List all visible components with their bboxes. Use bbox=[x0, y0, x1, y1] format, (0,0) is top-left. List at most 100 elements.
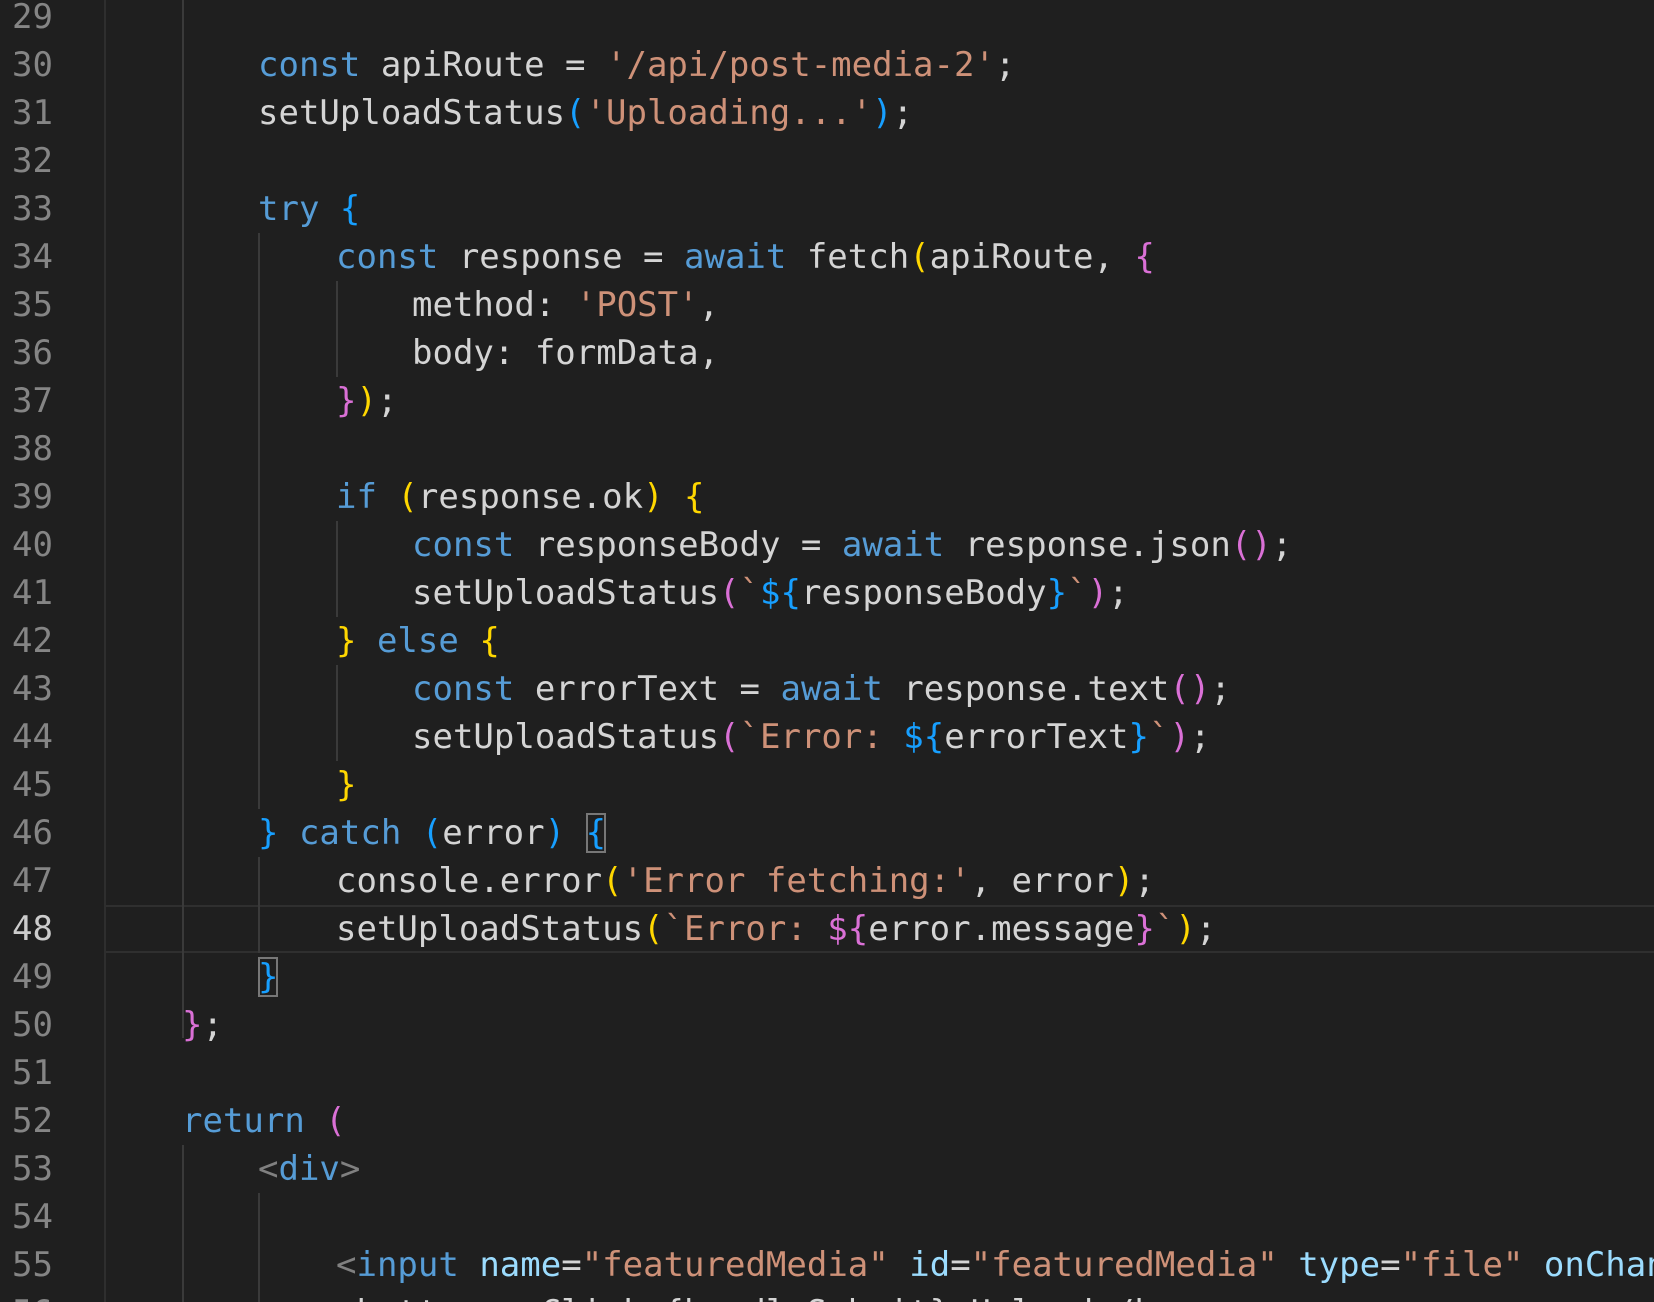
line-number-gutter: 29 30 31 32 33 34 35 36 37 38 39 40 41 42 43 44 45 46 47 48… bbox=[0, 0, 104, 1302]
code-line[interactable]: <button onClick={handleSubmit}>Upload</b bbox=[336, 1289, 1155, 1302]
code-token: = bbox=[1380, 1245, 1401, 1285]
code-token: ; bbox=[994, 45, 1016, 85]
code-token: ) bbox=[643, 477, 664, 517]
code-token: ( bbox=[325, 1101, 346, 1141]
code-token: ( bbox=[397, 477, 418, 517]
code-token: await bbox=[841, 525, 945, 565]
code-token: await bbox=[684, 237, 787, 277]
code-token: console.error bbox=[336, 861, 603, 901]
code-line[interactable]: <input name="featuredMedia" id="featured… bbox=[336, 1241, 1654, 1289]
code-token: setUploadStatus bbox=[412, 717, 720, 757]
code-token: "file" bbox=[1400, 1245, 1524, 1285]
indent-guide bbox=[336, 281, 338, 377]
code-token: () bbox=[1230, 525, 1272, 565]
code-line[interactable]: body: formData, bbox=[412, 329, 719, 377]
line-number: 38 bbox=[12, 429, 53, 469]
code-line[interactable]: } else { bbox=[336, 617, 500, 665]
code-token: } bbox=[1128, 717, 1149, 757]
code-token: { bbox=[1134, 237, 1155, 277]
code-line[interactable]: return ( bbox=[182, 1097, 346, 1145]
code-token: ) bbox=[356, 381, 377, 421]
code-token: responseBody = bbox=[514, 525, 842, 565]
code-token: ( bbox=[421, 813, 443, 853]
code-line[interactable]: const response = await fetch(apiRoute, { bbox=[336, 233, 1155, 281]
line-number: 48 bbox=[12, 909, 53, 949]
code-token: div bbox=[278, 1149, 340, 1189]
code-line[interactable]: console.error('Error fetching:', error); bbox=[336, 857, 1155, 905]
code-token: '/api/post-media-2' bbox=[606, 45, 995, 85]
code-token: ; bbox=[1195, 909, 1217, 949]
indent-guide bbox=[336, 521, 338, 617]
code-token: ` bbox=[1154, 909, 1176, 949]
code-token: } bbox=[336, 381, 357, 421]
code-token: if bbox=[336, 477, 398, 517]
code-token: return bbox=[182, 1101, 326, 1141]
code-token: ; bbox=[1271, 525, 1293, 565]
code-token: 'Error fetching:' bbox=[622, 861, 971, 901]
code-token: > bbox=[339, 1149, 361, 1189]
code-token: apiRoute = bbox=[360, 45, 606, 85]
line-number: 43 bbox=[12, 669, 53, 709]
code-token: ) bbox=[1169, 717, 1190, 757]
code-line[interactable]: const apiRoute = '/api/post-media-2'; bbox=[258, 41, 1015, 89]
code-editor[interactable]: 29 30 31 32 33 34 35 36 37 38 39 40 41 42 43 44 45 46 47 48… bbox=[0, 0, 1654, 1302]
gutter-divider bbox=[104, 0, 106, 1302]
code-token: ) bbox=[1175, 909, 1196, 949]
code-line[interactable]: }; bbox=[182, 1001, 223, 1049]
code-line[interactable]: } bbox=[336, 761, 356, 809]
line-number: 45 bbox=[12, 765, 53, 805]
indent-guide bbox=[182, 1145, 184, 1302]
code-token: { bbox=[479, 621, 500, 661]
code-token: id bbox=[909, 1245, 951, 1285]
code-token: input bbox=[356, 1245, 459, 1285]
line-number: 42 bbox=[12, 621, 53, 661]
code-line[interactable]: <div> bbox=[258, 1145, 360, 1193]
code-token: ${ bbox=[903, 717, 945, 757]
code-token: } bbox=[336, 621, 357, 661]
code-line[interactable]: try { bbox=[258, 185, 360, 233]
code-line[interactable]: const errorText = await response.text(); bbox=[412, 665, 1231, 713]
code-line[interactable]: setUploadStatus(`${responseBody}`); bbox=[412, 569, 1129, 617]
line-number: 34 bbox=[12, 237, 53, 277]
code-line[interactable]: setUploadStatus('Uploading...'); bbox=[258, 89, 913, 137]
code-line[interactable]: const responseBody = await response.json… bbox=[412, 521, 1292, 569]
code-token: <button onClick={handleSubmit}>Upload</b bbox=[336, 1293, 1155, 1302]
line-number: 41 bbox=[12, 573, 53, 613]
line-number: 33 bbox=[12, 189, 53, 229]
indent-guide bbox=[258, 1193, 260, 1302]
indent-guide bbox=[182, 0, 184, 1038]
code-token: body: formData, bbox=[412, 333, 720, 373]
code-token: ) bbox=[1087, 573, 1109, 613]
code-line[interactable]: } catch (error) { bbox=[258, 809, 607, 857]
code-token: setUploadStatus bbox=[258, 93, 566, 133]
code-line[interactable]: }); bbox=[336, 377, 397, 425]
code-line[interactable]: } bbox=[258, 953, 279, 1001]
line-number: 56 bbox=[12, 1289, 92, 1302]
code-token: ; bbox=[1210, 669, 1231, 709]
code-token: { bbox=[585, 813, 607, 853]
code-token: method: bbox=[412, 285, 576, 325]
code-line[interactable]: method: 'POST', bbox=[412, 281, 719, 329]
code-token: ( bbox=[643, 909, 664, 949]
line-number: 46 bbox=[12, 813, 53, 853]
line-number: 37 bbox=[12, 381, 53, 421]
code-line[interactable]: if (response.ok) { bbox=[336, 473, 705, 521]
code-line[interactable]: setUploadStatus(`Error: ${errorText}`); bbox=[412, 713, 1210, 761]
code-token: errorText = bbox=[514, 669, 781, 709]
code-token: setUploadStatus bbox=[336, 909, 644, 949]
line-number: 40 bbox=[12, 525, 53, 565]
line-number: 30 bbox=[12, 45, 53, 85]
code-token: ( bbox=[719, 717, 740, 757]
line-number: 52 bbox=[12, 1101, 53, 1141]
code-token: ( bbox=[909, 237, 930, 277]
code-line[interactable]: setUploadStatus(`Error: ${error.message}… bbox=[336, 905, 1216, 953]
line-number: 55 bbox=[12, 1245, 53, 1285]
code-token: type bbox=[1298, 1245, 1381, 1285]
code-token: apiRoute, bbox=[929, 237, 1135, 277]
code-token: ( bbox=[565, 93, 586, 133]
code-token: ; bbox=[1189, 717, 1211, 757]
